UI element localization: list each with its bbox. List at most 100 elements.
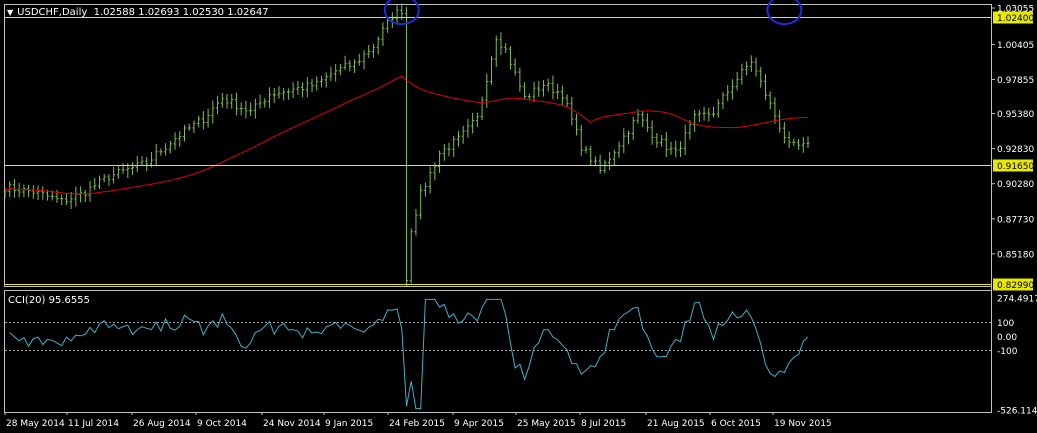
price-bar [428,166,432,194]
price-bar [678,141,682,157]
ohlc-values: 1.02588 1.02693 1.02530 1.02647 [93,7,269,18]
price-bar [164,143,168,156]
price-bar [187,123,191,131]
price-bar [319,76,323,88]
price-bar [452,136,456,158]
price-bar [263,98,267,108]
price-bar [499,32,503,56]
price-bar [660,135,664,147]
price-bar [268,87,272,108]
price-bar [395,4,399,25]
price-bar [272,88,276,103]
price-bar [220,92,224,108]
price-bar [249,102,253,117]
price-bar [41,186,45,200]
price-bar [579,124,583,156]
price-tick-label: 0.95380 [997,110,1034,120]
price-tick-label: 0.85180 [997,250,1034,260]
price-bar [230,93,234,109]
annotation-circle[interactable] [766,0,803,26]
price-bar [27,184,31,198]
price-bar [301,82,305,98]
price-bar [135,155,139,173]
price-bar [754,57,758,77]
price-bar [36,185,40,201]
cci-tick-label: 274.4917 [997,295,1037,305]
price-bar [664,131,668,157]
price-bar [31,185,35,199]
price-bar [541,79,545,97]
price-bar [64,193,68,205]
price-bar [480,96,484,121]
price-bar [376,36,380,55]
price-bar [806,136,810,149]
price-bar [324,72,328,88]
price-bar [131,162,135,175]
price-bar [674,140,678,158]
price-bar [102,173,106,183]
price-bar [712,106,716,118]
cci-axis: 274.4917 100 0.00 -100 -526.1143 [997,295,1037,417]
price-bar [575,113,579,136]
price-bar [338,63,342,76]
price-bar [759,66,763,88]
price-bar [116,166,120,179]
time-tick-label: 9 Oct 2014 [197,419,247,429]
price-bar [419,184,423,220]
price-bar [371,43,375,58]
price-bar [584,145,588,154]
time-axis: 28 May 2014 11 Jul 2014 26 Aug 2014 9 Oct 2… [4,412,832,429]
price-bar [442,143,446,161]
indicator-header[interactable]: CCI(20) 95.6555 [8,295,90,307]
price-bar [121,163,125,174]
price-bar [669,141,673,155]
price-bar [305,77,309,98]
price-bar [334,64,338,82]
price-bar [414,209,418,236]
price-bar [570,96,574,126]
price-bar [565,94,569,107]
price-bar [475,112,479,128]
price-bar [357,53,361,66]
price-bar [721,92,725,110]
price-pane[interactable] [3,3,810,287]
price-bar [551,75,555,100]
price-bar [617,141,621,158]
price-bar [438,150,442,173]
price-bar [192,120,196,133]
price-bar [735,72,739,91]
price-bar [381,22,385,47]
price-bar [211,100,215,124]
annotation-circles[interactable] [383,0,803,26]
price-bar [182,124,186,142]
price-bar [239,102,243,116]
price-bar [253,98,257,119]
price-bar [315,76,319,91]
price-bar [527,93,531,101]
price-bar [631,116,635,140]
price-bar [702,106,706,121]
symbol-header[interactable]: ▼ USDCHF,Daily 1.02588 1.02693 1.02530 1.… [7,7,269,19]
time-tick-label: 11 Jul 2014 [68,419,119,429]
price-bar [343,55,347,71]
price-bar [532,81,536,103]
chart-window[interactable]: 1.02400 0.91650 0.82990 1.03055 1.00405 0.97… [0,0,1037,433]
price-bar [79,186,83,203]
dropdown-triangle-icon[interactable]: ▼ [7,8,13,17]
price-bar [763,74,767,100]
indicator-pane[interactable] [5,298,991,410]
price-bar [768,91,772,110]
time-tick-label: 6 Oct 2015 [711,419,761,429]
time-tick-label: 26 Aug 2014 [133,419,191,429]
price-pane-frame [4,4,992,287]
chart-canvas[interactable]: 1.02400 0.91650 0.82990 1.03055 1.00405 0.97… [0,0,1037,433]
price-bar [504,42,508,53]
price-bar [523,82,527,100]
price-bar [612,149,616,167]
horizontal-lines[interactable]: 1.02400 0.91650 0.82990 [5,11,1034,292]
price-bar [749,55,753,72]
time-tick-label: 28 May 2014 [6,419,65,429]
price-bar [745,61,749,76]
price-bar [693,110,697,132]
price-bar [197,115,201,128]
